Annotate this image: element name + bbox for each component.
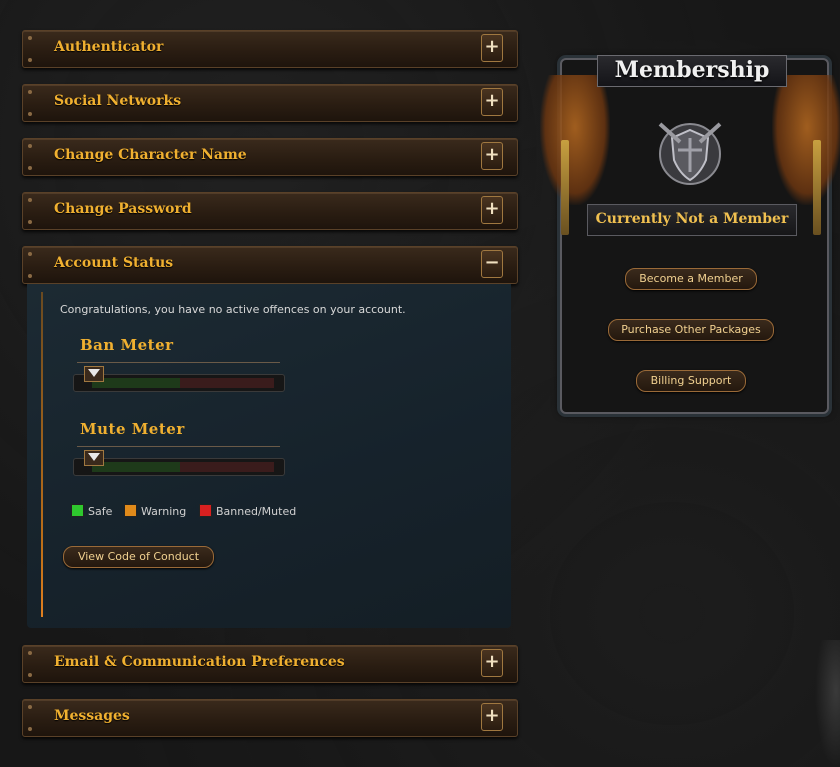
- rivet-decoration: [28, 252, 32, 256]
- section-authenticator[interactable]: Authenticator +: [22, 30, 518, 68]
- expand-icon[interactable]: +: [481, 88, 503, 116]
- rivet-decoration: [28, 36, 32, 40]
- rivet-decoration: [28, 673, 32, 677]
- billing-support-button[interactable]: Billing Support: [636, 370, 746, 392]
- account-status-panel: Congratulations, you have no active offe…: [27, 284, 511, 628]
- rivet-decoration: [28, 90, 32, 94]
- divider: [77, 446, 280, 447]
- legend-warning: Warning: [124, 504, 186, 518]
- section-label: Social Networks: [54, 93, 182, 109]
- panel-divider: [41, 292, 43, 617]
- rivet-decoration: [28, 58, 32, 62]
- expand-icon[interactable]: +: [481, 196, 503, 224]
- rivet-decoration: [28, 166, 32, 170]
- dragon-right-icon: [772, 75, 840, 205]
- become-member-button[interactable]: Become a Member: [625, 268, 757, 290]
- section-change-character-name[interactable]: Change Character Name +: [22, 138, 518, 176]
- section-email-preferences[interactable]: Email & Communication Preferences +: [22, 645, 518, 683]
- dragon-left-icon: [540, 75, 610, 205]
- rivet-decoration: [28, 144, 32, 148]
- mute-meter: [73, 450, 285, 476]
- mute-meter-marker: [84, 450, 104, 466]
- meter-safe-zone: [92, 462, 180, 472]
- pointer-icon: [88, 453, 100, 461]
- shield-crest-icon: [658, 122, 722, 185]
- sword-icon: [813, 140, 821, 235]
- expand-icon[interactable]: +: [481, 142, 503, 170]
- rivet-decoration: [28, 112, 32, 116]
- rivet-decoration: [28, 705, 32, 709]
- view-code-of-conduct-button[interactable]: View Code of Conduct: [63, 546, 214, 568]
- expand-icon[interactable]: +: [481, 34, 503, 62]
- section-account-status[interactable]: Account Status −: [22, 246, 518, 284]
- banned-swatch: [199, 504, 212, 517]
- safe-swatch: [71, 504, 84, 517]
- expand-icon[interactable]: +: [481, 649, 503, 677]
- mute-meter-title: Mute Meter: [80, 420, 185, 438]
- meter-danger-zone: [180, 462, 274, 472]
- corner-ornament: [815, 640, 840, 767]
- section-label: Account Status: [54, 255, 174, 271]
- ban-meter-title: Ban Meter: [80, 336, 174, 354]
- collapse-icon[interactable]: −: [481, 250, 503, 278]
- rivet-decoration: [28, 274, 32, 278]
- membership-status: Currently Not a Member: [587, 204, 797, 236]
- meter-safe-zone: [92, 378, 180, 388]
- rivet-decoration: [28, 198, 32, 202]
- section-change-password[interactable]: Change Password +: [22, 192, 518, 230]
- section-social-networks[interactable]: Social Networks +: [22, 84, 518, 122]
- section-label: Change Password: [54, 201, 192, 217]
- meter-danger-zone: [180, 378, 274, 388]
- legend-label: Safe: [88, 505, 113, 518]
- ban-meter: [73, 366, 285, 392]
- purchase-packages-button[interactable]: Purchase Other Packages: [608, 319, 774, 341]
- ban-meter-marker: [84, 366, 104, 382]
- legend-safe: Safe: [71, 504, 112, 518]
- sword-icon: [561, 140, 569, 235]
- membership-title: Membership: [597, 55, 787, 87]
- section-label: Email & Communication Preferences: [54, 654, 345, 670]
- legend-label: Warning: [141, 505, 187, 518]
- expand-icon[interactable]: +: [481, 703, 503, 731]
- section-messages[interactable]: Messages +: [22, 699, 518, 737]
- rivet-decoration: [28, 651, 32, 655]
- section-label: Messages: [54, 708, 130, 724]
- rivet-decoration: [28, 220, 32, 224]
- divider: [77, 362, 280, 363]
- section-label: Authenticator: [54, 39, 164, 55]
- legend-label: Banned/Muted: [216, 505, 297, 518]
- warning-swatch: [124, 504, 137, 517]
- status-message: Congratulations, you have no active offe…: [60, 303, 406, 316]
- rivet-decoration: [28, 727, 32, 731]
- pointer-icon: [88, 369, 100, 377]
- legend-banned: Banned/Muted: [199, 504, 296, 518]
- section-label: Change Character Name: [54, 147, 247, 163]
